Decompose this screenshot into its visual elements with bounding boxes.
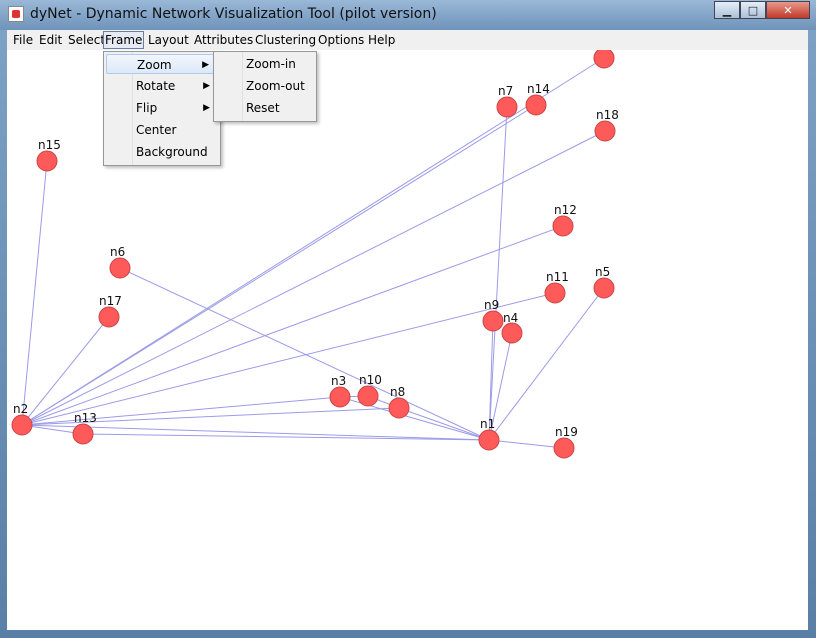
graph-node-label-n14: n14 bbox=[527, 82, 550, 96]
graph-node-n4[interactable] bbox=[501, 322, 523, 344]
maximize-button[interactable]: □ bbox=[740, 1, 766, 19]
graph-node-label-n13: n13 bbox=[74, 411, 97, 425]
graph-node-n19[interactable] bbox=[553, 437, 575, 459]
graph-node-n18[interactable] bbox=[594, 120, 616, 142]
graph-node-label-n2: n2 bbox=[13, 402, 28, 416]
graph-node-n11[interactable] bbox=[544, 282, 566, 304]
frame-menu-rotate[interactable]: Rotate ▶ bbox=[106, 76, 216, 96]
graph-node-n13[interactable] bbox=[72, 423, 94, 445]
frame-menu-popup: Zoom ▶ Rotate ▶ Flip ▶ Center Background bbox=[103, 51, 221, 166]
frame-menu-zoom-label: Zoom bbox=[137, 58, 172, 72]
graph-edge-n8-n1 bbox=[398, 407, 490, 441]
submenu-arrow-icon: ▶ bbox=[203, 103, 210, 113]
menu-help[interactable]: Help bbox=[367, 32, 396, 48]
zoom-out-item[interactable]: Zoom-out bbox=[216, 76, 312, 96]
graph-node-n5[interactable] bbox=[593, 277, 615, 299]
zoom-submenu-popup: Zoom-in Zoom-out Reset bbox=[213, 51, 317, 122]
graph-node-label-n15: n15 bbox=[38, 138, 61, 152]
graph-edge-n2-n14 bbox=[21, 104, 537, 426]
graph-node-label-n11: n11 bbox=[546, 270, 569, 284]
window-title: dyNet - Dynamic Network Visualization To… bbox=[30, 6, 437, 22]
graph-node-n8[interactable] bbox=[388, 397, 410, 419]
frame-menu-background-label: Background bbox=[136, 145, 208, 159]
frame-menu-center[interactable]: Center bbox=[106, 120, 216, 140]
graph-node-label-n17: n17 bbox=[99, 294, 122, 308]
app-window: dyNet - Dynamic Network Visualization To… bbox=[0, 0, 816, 638]
graph-edge-n1-n7 bbox=[488, 106, 508, 441]
graph-node-n10[interactable] bbox=[357, 385, 379, 407]
graph-node-label-n6: n6 bbox=[110, 245, 125, 259]
graph-node-label-n12: n12 bbox=[554, 203, 577, 217]
graph-node-n2[interactable] bbox=[11, 414, 33, 436]
menu-bar: File Edit Select Frame Layout Attributes… bbox=[7, 30, 808, 51]
graph-edge-n2-n18 bbox=[21, 130, 606, 426]
frame-menu-background[interactable]: Background bbox=[106, 142, 216, 162]
frame-menu-zoom[interactable]: Zoom ▶ bbox=[106, 54, 216, 74]
graph-node-n12[interactable] bbox=[552, 215, 574, 237]
frame-menu-flip-label: Flip bbox=[136, 101, 158, 115]
graph-node-n7[interactable] bbox=[496, 96, 518, 118]
submenu-arrow-icon: ▶ bbox=[202, 60, 209, 70]
graph-node-n1[interactable] bbox=[478, 429, 500, 451]
close-button[interactable]: ✕ bbox=[766, 1, 810, 19]
minimize-button[interactable]: ▁ bbox=[714, 1, 740, 19]
graph-node-n6[interactable] bbox=[109, 257, 131, 279]
window-controls: ▁ □ ✕ bbox=[714, 1, 810, 21]
menu-file[interactable]: File bbox=[12, 32, 34, 48]
menu-frame[interactable]: Frame bbox=[103, 31, 145, 49]
menu-options[interactable]: Options bbox=[317, 32, 365, 48]
graph-edge-n13-n1 bbox=[82, 433, 490, 441]
menu-select[interactable]: Select bbox=[67, 32, 106, 48]
graph-node-label-n5: n5 bbox=[595, 265, 610, 279]
graph-node-label-n8: n8 bbox=[390, 385, 405, 399]
graph-node-n3[interactable] bbox=[329, 386, 351, 408]
graph-edge-n6-n1 bbox=[119, 267, 490, 441]
menu-clustering[interactable]: Clustering bbox=[254, 32, 317, 48]
zoom-reset-item[interactable]: Reset bbox=[216, 98, 312, 118]
graph-edge-n2-n15 bbox=[21, 160, 48, 426]
graph-node-n17[interactable] bbox=[98, 306, 120, 328]
graph-node-label-n3: n3 bbox=[331, 374, 346, 388]
menu-layout[interactable]: Layout bbox=[147, 32, 190, 48]
title-bar[interactable]: dyNet - Dynamic Network Visualization To… bbox=[0, 0, 816, 30]
graph-node-n9[interactable] bbox=[482, 310, 504, 332]
menu-attributes[interactable]: Attributes bbox=[193, 32, 254, 48]
frame-menu-center-label: Center bbox=[136, 123, 177, 137]
frame-menu-rotate-label: Rotate bbox=[136, 79, 176, 93]
zoom-in-item[interactable]: Zoom-in bbox=[216, 54, 312, 74]
graph-node-label-n9: n9 bbox=[484, 298, 499, 312]
submenu-arrow-icon: ▶ bbox=[203, 81, 210, 91]
graph-node-label-n1: n1 bbox=[480, 417, 495, 431]
graph-node-label-n7: n7 bbox=[498, 84, 513, 98]
zoom-reset-label: Reset bbox=[246, 101, 280, 115]
graph-node-label-n19: n19 bbox=[555, 425, 578, 439]
graph-node-label-n10: n10 bbox=[359, 373, 382, 387]
graph-node-label-n18: n18 bbox=[596, 108, 619, 122]
graph-node-n_top[interactable] bbox=[593, 50, 615, 69]
graph-node-n14[interactable] bbox=[525, 94, 547, 116]
menu-edit[interactable]: Edit bbox=[38, 32, 63, 48]
graph-node-label-n4: n4 bbox=[503, 311, 518, 325]
zoom-out-label: Zoom-out bbox=[246, 79, 305, 93]
frame-menu-flip[interactable]: Flip ▶ bbox=[106, 98, 216, 118]
java-app-icon bbox=[8, 6, 24, 22]
graph-edge-n1-n19 bbox=[488, 439, 565, 449]
graph-node-n15[interactable] bbox=[36, 150, 58, 172]
zoom-in-label: Zoom-in bbox=[246, 57, 296, 71]
